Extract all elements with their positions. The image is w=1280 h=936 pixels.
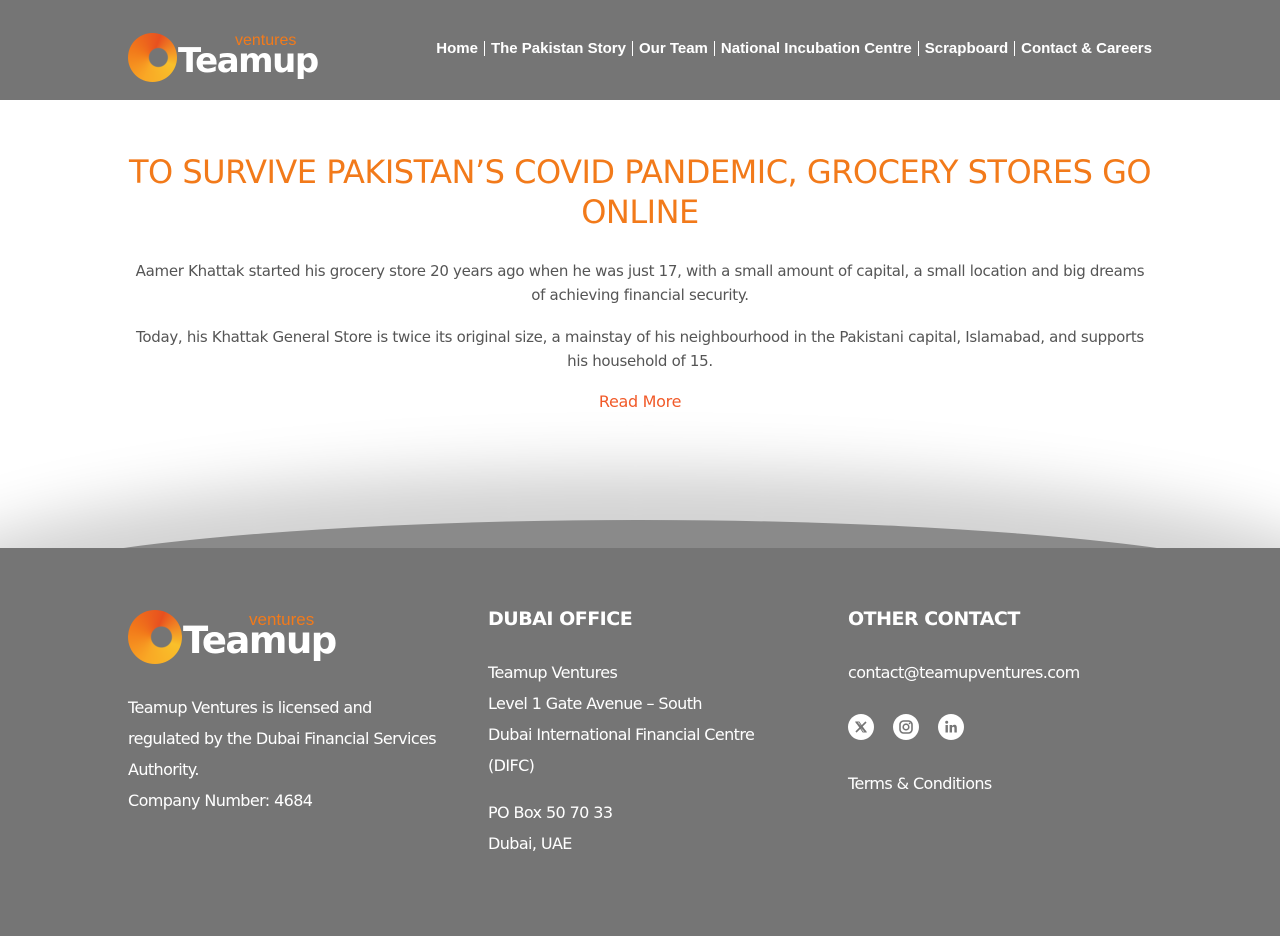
address-line: PO Box 50 70 33: [488, 803, 613, 822]
nav-contact-careers[interactable]: Contact & Careers: [1021, 40, 1152, 57]
nav-national-incubation-centre[interactable]: National Incubation Centre: [721, 40, 912, 57]
read-more-link[interactable]: Read More: [540, 390, 740, 414]
address-line: Level 1 Gate Avenue – South: [488, 694, 703, 713]
contact-email-link[interactable]: contact@teamupventures.com: [848, 657, 1080, 688]
nav-pakistan-story[interactable]: The Pakistan Story: [491, 40, 626, 57]
dubai-office-heading: DUBAI OFFICE: [488, 608, 633, 630]
teamup-logo[interactable]: ventures Teamup: [128, 30, 319, 86]
po-box-address: PO Box 50 70 33 Dubai, UAE: [488, 797, 613, 859]
logo-mark-icon: [128, 33, 177, 82]
logo-text: Teamup: [178, 41, 319, 81]
x-twitter-icon[interactable]: [848, 714, 874, 740]
address-line: Dubai International Financial Centre: [488, 725, 755, 744]
logo-mark-icon: [128, 610, 182, 664]
office-address: Teamup Ventures Level 1 Gate Avenue – So…: [488, 657, 755, 781]
other-contact-heading: OTHER CONTACT: [848, 608, 1020, 630]
license-text: Teamup Ventures is licensed and regulate…: [128, 698, 437, 779]
article-paragraph: Today, his Khattak General Store is twic…: [136, 328, 1144, 370]
linkedin-icon[interactable]: [938, 714, 964, 740]
instagram-icon[interactable]: [893, 714, 919, 740]
nav-our-team[interactable]: Our Team: [639, 40, 708, 57]
article-paragraph: Aamer Khattak started his grocery store …: [135, 262, 1145, 304]
social-links: [848, 714, 983, 740]
address-line: Dubai, UAE: [488, 834, 572, 853]
nav-divider: [1014, 41, 1016, 56]
article-title: TO SURVIVE PAKISTAN’S COVID PANDEMIC, GR…: [128, 153, 1152, 231]
nav-scrapboard[interactable]: Scrapboard: [925, 40, 1008, 57]
logo-text: Teamup: [183, 619, 337, 662]
address-line: Teamup Ventures: [488, 663, 618, 682]
nav-divider: [631, 41, 633, 56]
site-footer: ventures Teamup Teamup Ventures is licen…: [0, 548, 1280, 936]
main-nav: Home The Pakistan Story Our Team Nationa…: [436, 40, 1152, 57]
nav-divider: [713, 41, 715, 56]
nav-divider: [483, 41, 485, 56]
address-line: (DIFC): [488, 756, 535, 775]
license-info: Teamup Ventures is licensed and regulate…: [128, 692, 438, 816]
terms-conditions-link[interactable]: Terms & Conditions: [848, 768, 992, 799]
company-number: Company Number: 4684: [128, 791, 313, 810]
section-shadow: [0, 520, 1280, 548]
article-section: TO SURVIVE PAKISTAN’S COVID PANDEMIC, GR…: [0, 100, 1280, 548]
nav-home[interactable]: Home: [436, 40, 478, 57]
nav-divider: [917, 41, 919, 56]
footer-teamup-logo[interactable]: ventures Teamup: [128, 608, 337, 668]
site-header: ventures Teamup Home The Pakistan Story …: [0, 0, 1280, 100]
